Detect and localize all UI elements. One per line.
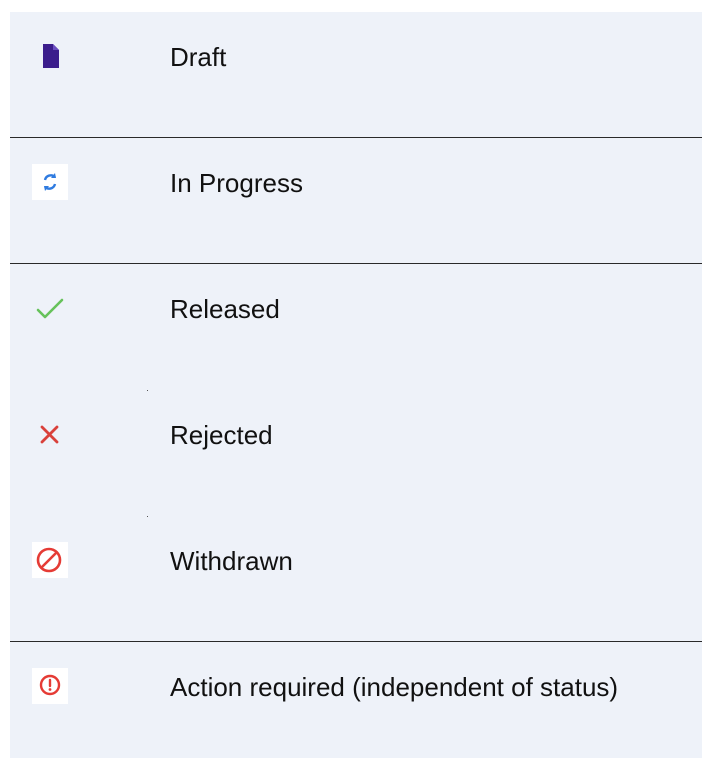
legend-label: Withdrawn <box>170 546 293 576</box>
document-icon <box>43 44 59 68</box>
prohibited-icon <box>32 542 68 578</box>
legend-row-rejected: Rejected <box>10 390 702 516</box>
legend-row-released: Released <box>10 264 702 390</box>
legend-row-action-required: Action required (independent of status) <box>10 642 702 768</box>
status-legend: Draft In Progress Released Rejected With… <box>10 12 702 758</box>
legend-label: Draft <box>170 42 227 72</box>
close-icon <box>40 425 59 444</box>
legend-label: Action required (independent of status) <box>170 672 619 702</box>
legend-label: Rejected <box>170 420 273 450</box>
check-icon <box>36 298 64 319</box>
legend-label: Released <box>170 294 280 324</box>
legend-row-in-progress: In Progress <box>10 138 702 264</box>
legend-row-draft: Draft <box>10 12 702 138</box>
alert-circle-icon <box>32 668 68 704</box>
legend-row-withdrawn: Withdrawn <box>10 516 702 642</box>
sync-icon <box>32 164 68 200</box>
legend-label: In Progress <box>170 168 303 198</box>
